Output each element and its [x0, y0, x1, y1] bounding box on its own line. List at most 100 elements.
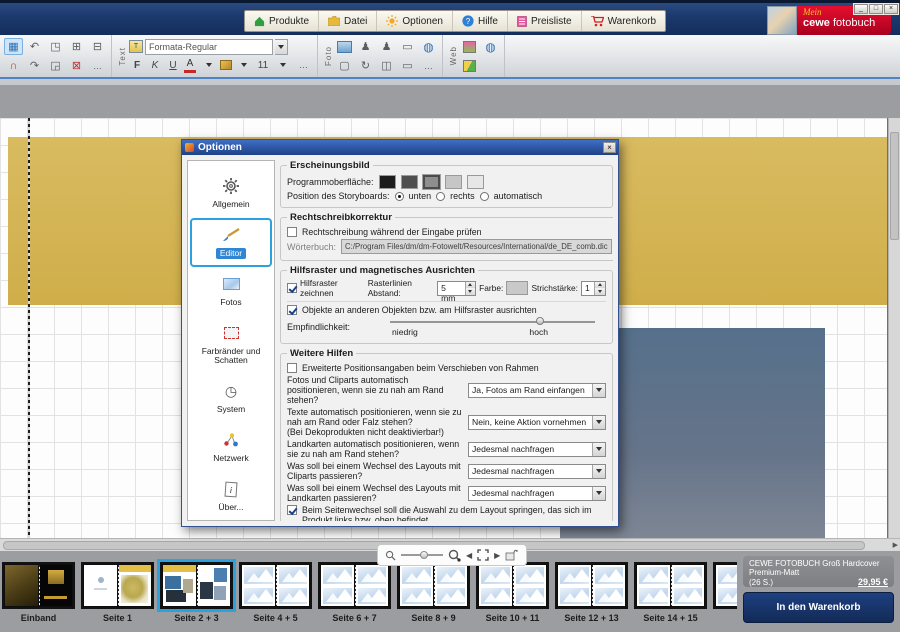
add-text-icon[interactable]: T: [129, 40, 143, 53]
vertical-scrollbar-thumb[interactable]: [890, 132, 899, 240]
photo-world-button[interactable]: [460, 57, 479, 74]
close-button[interactable]: ×: [884, 4, 898, 14]
snap-checkbox[interactable]: [287, 305, 297, 315]
slideshow-button[interactable]: [460, 38, 479, 55]
product-price[interactable]: 29,95 €: [858, 577, 888, 587]
more-edit-button[interactable]: …: [88, 57, 107, 74]
view-grid-button[interactable]: ▦: [4, 38, 23, 55]
spin-down-icon[interactable]: [466, 288, 476, 295]
bold-button[interactable]: F: [129, 58, 145, 73]
bring-forward-button[interactable]: ◳: [46, 38, 65, 55]
extended-position-checkbox[interactable]: [287, 363, 297, 373]
redo-button[interactable]: ↷: [25, 57, 44, 74]
thumbnail-einband[interactable]: Einband: [2, 562, 75, 623]
previous-page-icon[interactable]: ◀: [466, 551, 472, 560]
sidebar-item-fotos[interactable]: Fotos: [190, 267, 272, 316]
undo-button[interactable]: ↶: [25, 38, 44, 55]
font-size-dropdown-icon[interactable]: [273, 57, 292, 74]
sidebar-item-editor[interactable]: Editor: [190, 218, 272, 267]
texte-position-select[interactable]: Nein, keine Aktion vornehmen: [468, 415, 606, 430]
dialog-titlebar[interactable]: Optionen ×: [182, 140, 618, 155]
sensitivity-slider-thumb[interactable]: [536, 317, 544, 325]
zoom-slider-thumb[interactable]: [420, 551, 428, 559]
surface-swatch-2[interactable]: [401, 175, 418, 189]
minimize-button[interactable]: _: [854, 4, 868, 14]
crop-button[interactable]: ▢: [335, 57, 354, 74]
thumbnail-seite-10-11[interactable]: Seite 10 + 11: [476, 562, 549, 623]
send-backward-button[interactable]: ◲: [46, 57, 65, 74]
sidebar-item-allgemein[interactable]: Allgemein: [190, 169, 272, 218]
chevron-down-icon[interactable]: [592, 443, 605, 456]
vertical-scrollbar[interactable]: [888, 118, 900, 538]
dialog-close-button[interactable]: ×: [603, 142, 616, 153]
font-family-select[interactable]: Formata-Regular: [145, 39, 273, 55]
layout-frame-button[interactable]: ▭: [398, 57, 417, 74]
thumbnail-seite-14-15[interactable]: Seite 14 + 15: [634, 562, 707, 623]
more-foto-button[interactable]: …: [419, 57, 438, 74]
chevron-down-icon[interactable]: [592, 384, 605, 397]
maximize-button[interactable]: □: [869, 4, 883, 14]
duplicate-button[interactable]: ⊞: [67, 38, 86, 55]
menu-preisliste[interactable]: Preisliste: [508, 11, 582, 31]
rotate-button[interactable]: ↻: [356, 57, 375, 74]
spacing-spinner[interactable]: 5 mm: [437, 281, 476, 296]
menu-produkte[interactable]: Produkte: [245, 11, 319, 31]
thumbnail-seite-1[interactable]: Seite 1: [81, 562, 154, 623]
web-globe-button[interactable]: ◍: [481, 38, 500, 55]
zoom-in-icon[interactable]: [448, 549, 461, 562]
italic-button[interactable]: K: [147, 58, 163, 73]
landkarten-position-select[interactable]: Jedesmal nachfragen: [468, 442, 606, 457]
add-photo-button[interactable]: [335, 38, 354, 55]
sidebar-item-farbraender[interactable]: Farbränder und Schatten: [190, 316, 272, 374]
menu-hilfe[interactable]: ? Hilfe: [453, 11, 508, 31]
dictionary-path-input[interactable]: C:/Program Files/dm/dm-Fotowelt/Resource…: [341, 239, 612, 254]
font-family-dropdown-icon[interactable]: [275, 39, 288, 55]
layout-columns-button[interactable]: ◫: [377, 57, 396, 74]
spin-down-icon[interactable]: [595, 288, 605, 295]
chevron-down-icon[interactable]: [592, 487, 605, 500]
scroll-right-icon[interactable]: ▶: [893, 541, 898, 549]
fotos-position-select[interactable]: Ja, Fotos am Rand einfangen: [468, 383, 606, 398]
font-color-dropdown-icon[interactable]: [199, 57, 218, 74]
page-switch-layout-checkbox[interactable]: [287, 505, 297, 515]
zoom-slider[interactable]: [401, 554, 443, 556]
font-color-button[interactable]: A: [183, 58, 197, 73]
fit-page-icon[interactable]: [477, 549, 489, 561]
photo-effect-button[interactable]: ▭: [398, 38, 417, 55]
surface-swatch-3[interactable]: [423, 175, 440, 189]
photo-globe-button[interactable]: ◍: [419, 38, 438, 55]
delete-frame-button[interactable]: ⊠: [67, 57, 86, 74]
chevron-down-icon[interactable]: [592, 416, 605, 429]
more-text-button[interactable]: …: [294, 57, 313, 74]
thumbnail-seite-12-13[interactable]: Seite 12 + 13: [555, 562, 628, 623]
menu-optionen[interactable]: Optionen: [377, 11, 453, 31]
highlight-dropdown-icon[interactable]: [234, 57, 253, 74]
font-size-select[interactable]: 11: [255, 58, 271, 73]
spellcheck-checkbox[interactable]: [287, 227, 297, 237]
radio-rechts[interactable]: [436, 192, 445, 201]
thumbnail-seite-2-3[interactable]: Seite 2 + 3: [160, 562, 233, 623]
thumbnail-seite-8-9[interactable]: Seite 8 + 9: [397, 562, 470, 623]
surface-swatch-1[interactable]: [379, 175, 396, 189]
thumbnail-seite-4-5[interactable]: Seite 4 + 5: [239, 562, 312, 623]
stroke-spinner[interactable]: 1: [581, 281, 606, 296]
next-page-icon[interactable]: ▶: [494, 551, 500, 560]
sidebar-item-ueber[interactable]: i Über...: [190, 472, 272, 521]
surface-swatch-4[interactable]: [445, 175, 462, 189]
face-tag-button[interactable]: ♟: [356, 38, 375, 55]
sidebar-item-system[interactable]: ◷ System: [190, 374, 272, 423]
menu-datei[interactable]: Datei: [319, 11, 377, 31]
underline-button[interactable]: U: [165, 58, 181, 73]
zoom-out-icon[interactable]: [385, 550, 396, 561]
magnet-button[interactable]: ∩: [4, 57, 23, 74]
grid-color-swatch[interactable]: [506, 281, 528, 295]
menu-warenkorb[interactable]: Warenkorb: [582, 11, 666, 31]
radio-automatisch[interactable]: [480, 192, 489, 201]
add-to-cart-button[interactable]: In den Warenkorb: [743, 592, 894, 623]
sidebar-item-netzwerk[interactable]: Netzwerk: [190, 423, 272, 472]
surface-swatch-5[interactable]: [467, 175, 484, 189]
radio-unten[interactable]: [395, 192, 404, 201]
draw-grid-checkbox[interactable]: [287, 283, 297, 293]
face-search-button[interactable]: ♟: [377, 38, 396, 55]
thumbnail-seite-6-7[interactable]: Seite 6 + 7: [318, 562, 391, 623]
